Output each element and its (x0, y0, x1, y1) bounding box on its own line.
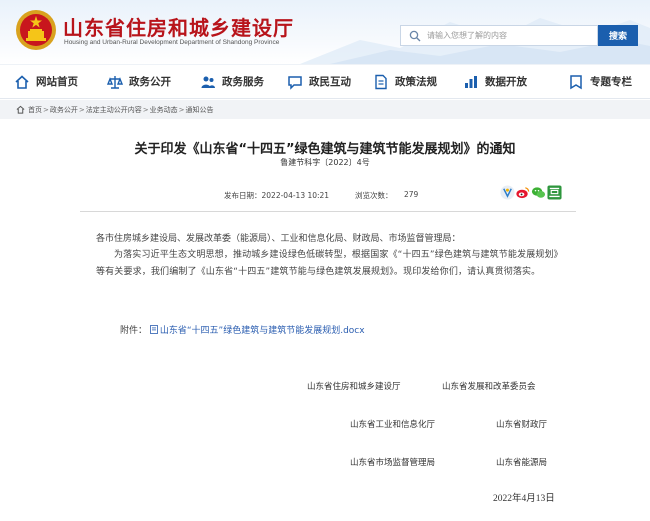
home-icon (15, 74, 29, 89)
scale-icon (107, 75, 123, 89)
signature-energy: 山东省能源局 (496, 458, 548, 468)
nav-item-government-services[interactable]: 政务服务 (200, 65, 264, 98)
search-input[interactable] (427, 26, 597, 45)
signature-market-regulation: 山东省市场监督管理局 (350, 458, 436, 468)
nav-item-public-interaction[interactable]: 政民互动 (287, 65, 351, 98)
breadcrumb: 首页 > 政务公开 > 法定主动公开内容 > 业务动态 > 通知公告 (0, 100, 650, 119)
national-emblem-icon (16, 10, 56, 50)
breadcrumb-item-government-affairs-open[interactable]: 政务公开 (50, 105, 78, 115)
nav-label: 专题专栏 (590, 76, 632, 88)
nav-label: 政民互动 (309, 76, 351, 88)
body-paragraph: 为落实习近平生态文明思想，推动城乡建设绿色低碳转型，根据国家《“十四五”绿色建筑… (96, 250, 563, 277)
publish-date: 发布日期：2022-04-13 10:21 (224, 191, 330, 200)
views-label: 浏览次数： (355, 191, 393, 200)
nav-label: 政策法规 (395, 76, 437, 88)
share-qq-icon[interactable] (500, 185, 515, 200)
search-box (400, 25, 598, 46)
nav-label: 政务公开 (129, 76, 171, 88)
home-icon (16, 105, 25, 114)
site-title[interactable]: 山东省住房和城乡建设厅 (63, 12, 294, 41)
document-icon (375, 74, 387, 89)
greeting-line: 各市住房城乡建设局、发展改革委（能源局）、工业和信息化局、财政局、市场监督管理局… (96, 234, 461, 244)
share-weibo-icon[interactable] (515, 185, 530, 200)
signature-finance: 山东省财政厅 (496, 420, 548, 430)
nav-item-policies-regulations[interactable]: 政策法规 (373, 65, 437, 98)
attachment-filename: 山东省“十四五”绿色建筑与建筑节能发展规划.docx (159, 326, 365, 336)
nav-item-special-topics[interactable]: 专题专栏 (568, 65, 632, 98)
main-nav: 网站首页 政务公开 政务服务 政民互动 政策法规 数据开放 专题专栏 (0, 64, 650, 99)
file-icon (149, 325, 158, 334)
signature-development-reform: 山东省发展和改革委员会 (442, 382, 536, 392)
nav-item-home[interactable]: 网站首页 (14, 65, 78, 98)
article-title: 关于印发《山东省“十四五”绿色建筑与建筑节能发展规划》的通知 (134, 142, 516, 157)
nav-item-open-data[interactable]: 数据开放 (463, 65, 527, 98)
attachment-row: 附件： 山东省“十四五”绿色建筑与建筑节能发展规划.docx (120, 323, 365, 336)
nav-item-government-affairs-open[interactable]: 政务公开 (107, 65, 171, 98)
chart-icon (465, 75, 477, 88)
attachment-link[interactable]: 山东省“十四五”绿色建筑与建筑节能发展规划.docx (149, 325, 365, 336)
share-wechat-icon[interactable] (531, 185, 546, 200)
breadcrumb-item-notices[interactable]: 通知公告 (186, 105, 214, 115)
breadcrumb-item-statutory-content[interactable]: 法定主动公开内容 (86, 105, 142, 115)
site-subtitle: Housing and Urban-Rural Development Depa… (64, 39, 280, 46)
nav-label: 政务服务 (222, 76, 264, 88)
signature-industry-it: 山东省工业和信息化厅 (350, 420, 436, 430)
topic-icon (570, 74, 582, 89)
search-icon (409, 30, 421, 41)
chat-icon (288, 75, 302, 90)
views-count: 279 (404, 190, 419, 199)
site-header: 山东省住房和城乡建设厅 Housing and Urban-Rural Deve… (0, 0, 650, 64)
divider (80, 211, 576, 212)
nav-label: 网站首页 (36, 76, 78, 88)
search-button[interactable]: 搜索 (598, 25, 638, 46)
signature-housing-dept: 山东省住房和城乡建设厅 (307, 382, 401, 392)
breadcrumb-item-business-news[interactable]: 业务动态 (150, 105, 178, 115)
document-number: 鲁建节科字〔2022〕4号 (280, 158, 370, 167)
attachment-label: 附件： (120, 326, 148, 336)
share-douban-icon[interactable] (547, 185, 562, 200)
nav-label: 数据开放 (485, 76, 527, 88)
people-icon (201, 76, 215, 88)
breadcrumb-item-home[interactable]: 首页 (28, 105, 42, 115)
issue-date: 2022年4月13日 (493, 494, 555, 504)
